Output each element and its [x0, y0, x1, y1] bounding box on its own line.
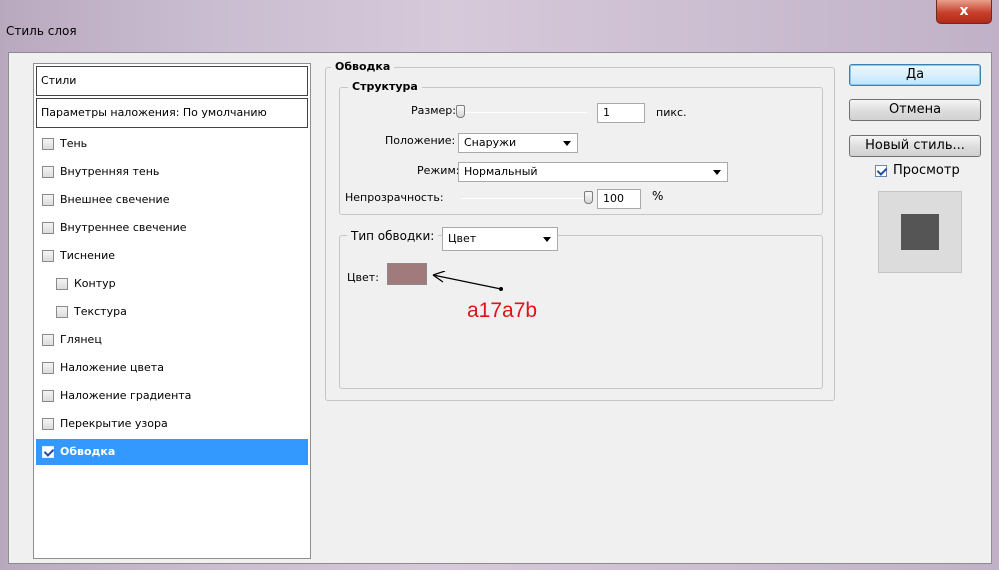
chevron-down-icon — [543, 237, 551, 242]
style-item-color-overlay[interactable]: Наложение цвета — [36, 355, 308, 381]
checkbox-gradient-overlay[interactable] — [42, 390, 54, 402]
window-title: Стиль слоя — [6, 24, 77, 38]
checkbox-drop-shadow[interactable] — [42, 138, 54, 150]
style-item-label: Тиснение — [60, 249, 115, 262]
style-item-bevel-emboss[interactable]: Тиснение — [36, 243, 308, 269]
styles-list: Стили Параметры наложения: По умолчанию … — [33, 63, 311, 559]
chevron-down-icon — [713, 170, 721, 175]
position-label: Положение: — [385, 134, 456, 147]
opacity-slider-thumb[interactable] — [584, 191, 593, 204]
style-item-texture[interactable]: Текстура — [36, 299, 308, 325]
fill-type-dropdown[interactable]: Цвет — [442, 227, 558, 251]
style-item-label: Глянец — [60, 333, 102, 346]
style-item-label: Текстура — [74, 305, 127, 318]
fill-type-label: Тип обводки: — [347, 229, 439, 243]
opacity-slider-track[interactable] — [461, 198, 591, 199]
position-value: Снаружи — [464, 136, 517, 149]
checkbox-inner-shadow[interactable] — [42, 166, 54, 178]
style-item-label: Перекрытие узора — [60, 417, 168, 430]
layer-style-dialog: Стиль слоя x Стили Параметры наложения: … — [0, 0, 999, 570]
blending-options-item[interactable]: Параметры наложения: По умолчанию — [36, 98, 308, 128]
style-item-gradient-overlay[interactable]: Наложение градиента — [36, 383, 308, 409]
preview-checkbox-row[interactable]: Просмотр — [875, 163, 960, 178]
cancel-button[interactable]: Отмена — [849, 99, 981, 121]
style-item-label: Внутренняя тень — [60, 165, 160, 178]
style-item-label: Контур — [74, 277, 116, 290]
style-item-satin[interactable]: Глянец — [36, 327, 308, 353]
opacity-label: Непрозрачность: — [345, 191, 444, 204]
color-label: Цвет: — [347, 271, 379, 284]
preview-swatch — [901, 214, 939, 250]
fill-type-value: Цвет — [448, 232, 477, 245]
style-item-label: Обводка — [60, 445, 116, 458]
size-slider-track[interactable] — [457, 112, 587, 113]
style-preview — [878, 191, 962, 273]
style-item-label: Внутреннее свечение — [60, 221, 187, 234]
checkbox-color-overlay[interactable] — [42, 362, 54, 374]
color-hex-annotation: a17a7b — [467, 299, 538, 322]
size-input[interactable]: 1 — [597, 103, 645, 123]
stroke-section-title: Обводка — [331, 60, 395, 73]
styles-header[interactable]: Стили — [36, 66, 308, 96]
style-item-stroke[interactable]: Обводка — [36, 439, 308, 465]
structure-title: Структура — [348, 80, 422, 93]
style-item-label: Наложение градиента — [60, 389, 192, 402]
style-item-outer-glow[interactable]: Внешнее свечение — [36, 187, 308, 213]
preview-label: Просмотр — [893, 163, 960, 178]
stroke-color-swatch[interactable] — [387, 263, 427, 285]
style-item-label: Внешнее свечение — [60, 193, 170, 206]
style-item-label: Наложение цвета — [60, 361, 164, 374]
style-item-inner-glow[interactable]: Внутреннее свечение — [36, 215, 308, 241]
checkbox-contour[interactable] — [56, 278, 68, 290]
style-item-drop-shadow[interactable]: Тень — [36, 131, 308, 157]
style-item-pattern-overlay[interactable]: Перекрытие узора — [36, 411, 308, 437]
checkbox-bevel-emboss[interactable] — [42, 250, 54, 262]
blend-mode-value: Нормальный — [464, 165, 538, 178]
preview-checkbox[interactable] — [875, 164, 887, 177]
style-item-label: Тень — [60, 137, 88, 150]
opacity-input[interactable]: 100 — [597, 189, 641, 209]
ok-button[interactable]: Да — [849, 64, 981, 86]
style-item-contour[interactable]: Контур — [36, 271, 308, 297]
blend-mode-dropdown[interactable]: Нормальный — [458, 162, 728, 182]
checkbox-texture[interactable] — [56, 306, 68, 318]
checkbox-satin[interactable] — [42, 334, 54, 346]
checkbox-inner-glow[interactable] — [42, 222, 54, 234]
checkbox-stroke[interactable] — [42, 446, 54, 458]
checkbox-outer-glow[interactable] — [42, 194, 54, 206]
size-unit-label: пикс. — [656, 106, 687, 119]
title-bar: Стиль слоя x — [0, 0, 999, 52]
chevron-down-icon — [563, 141, 571, 146]
position-dropdown[interactable]: Снаружи — [458, 133, 578, 153]
blend-mode-label: Режим: — [417, 164, 460, 177]
arrow-annotation-icon — [432, 271, 503, 291]
size-label: Размер: — [411, 104, 456, 117]
opacity-unit-label: % — [652, 189, 664, 203]
checkbox-pattern-overlay[interactable] — [42, 418, 54, 430]
fill-type-group — [339, 235, 823, 389]
size-slider-thumb[interactable] — [456, 105, 465, 118]
close-button[interactable]: x — [936, 0, 992, 24]
new-style-button[interactable]: Новый стиль... — [849, 135, 981, 157]
style-item-inner-shadow[interactable]: Внутренняя тень — [36, 159, 308, 185]
dialog-body: Стили Параметры наложения: По умолчанию … — [8, 52, 992, 564]
